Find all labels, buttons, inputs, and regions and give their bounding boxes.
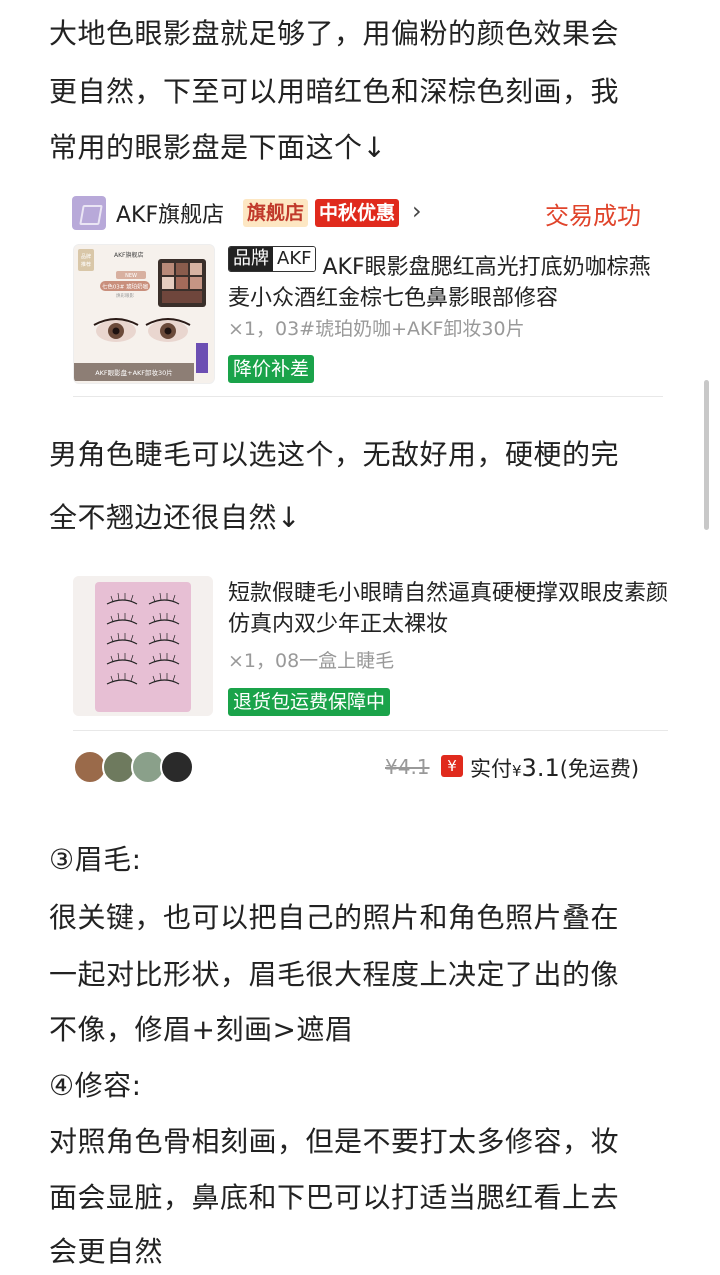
middle-line-2: 全不翘边还很自然↓ [49,501,301,534]
svg-text:NEW: NEW [125,273,137,279]
intro-line-1: 大地色眼影盘就足够了，用偏粉的颜色效果会 [49,17,620,50]
contour-line-1: 对照角色骨相刻画，但是不要打太多修容，妆 [49,1125,620,1158]
paid-amount: 实付¥3.1(免运费) [470,754,640,782]
product-title-eyelashes[interactable]: 短款假睫毛小眼睛自然逼真硬梗撑双眼皮素颜仿真内双少年正太裸妆 [228,578,668,640]
product-thumbnail-eyelashes[interactable] [73,576,213,716]
order-status: 交易成功 [545,202,641,230]
product-spec: ×1，03#琥珀奶咖+AKF卸妆30片 [228,318,525,340]
svg-text:AKF旗舰店: AKF旗舰店 [114,251,144,259]
eyebrow-line-2: 一起对比形状，眉毛很大程度上决定了出的像 [49,958,620,991]
divider [73,396,663,397]
festival-promo-tag: 中秋优惠 [315,199,400,227]
eyebrow-line-3: 不像，修眉+刻画>遮眉 [49,1013,354,1046]
contour-heading: ④修容: [49,1069,142,1102]
scrollbar[interactable] [704,380,709,530]
svg-text:推荐: 推荐 [81,261,91,268]
svg-text:焕彩眼影: 焕彩眼影 [116,292,134,299]
product-title-eyeshadow[interactable]: 品牌 AKF AKF眼影盘腮红高光打底奶咖棕燕麦小众酒红金棕七色鼻影眼部修容 [228,246,668,314]
price-protection-badge: 降价补差 [228,355,315,383]
store-name[interactable]: AKF旗舰店 [116,197,224,229]
flagship-tag: 旗舰店 [243,199,309,227]
contour-line-3: 会更自然 [49,1235,164,1268]
svg-text:七色03# 琥珀奶咖: 七色03# 琥珀奶咖 [102,283,149,291]
return-shipping-badge: 退货包运费保障中 [228,688,391,716]
payment-icon: ¥ [441,755,463,777]
divider [73,730,668,731]
chevron-right-icon[interactable]: › [412,197,422,225]
product-thumbnail-eyeshadow[interactable]: 品牌 推荐 AKF旗舰店 NEW 七色03# 琥珀奶咖 焕彩眼影 AKF眼影盘+… [73,244,215,384]
avatar [160,750,194,784]
original-price: ¥4.1 [385,755,430,779]
product-spec: ×1，08一盒上睫毛 [228,650,395,672]
svg-text:AKF眼影盘+AKF卸妆30片: AKF眼影盘+AKF卸妆30片 [95,368,173,377]
contour-line-2: 面会显脏，鼻底和下巴可以打适当腮红看上去 [49,1181,620,1214]
brand-badge: 品牌 AKF [228,246,317,272]
svg-text:品牌: 品牌 [81,253,91,260]
eyebrow-line-1: 很关键，也可以把自己的照片和角色照片叠在 [49,901,620,934]
store-logo[interactable] [72,196,106,230]
eyebrow-heading: ③眉毛: [49,843,142,876]
middle-line-1: 男角色睫毛可以选这个，无敌好用，硬梗的完 [49,438,620,471]
intro-line-2: 更自然，下至可以用暗红色和深棕色刻画，我 [49,75,620,108]
intro-line-3: 常用的眼影盘是下面这个↓ [49,131,387,164]
